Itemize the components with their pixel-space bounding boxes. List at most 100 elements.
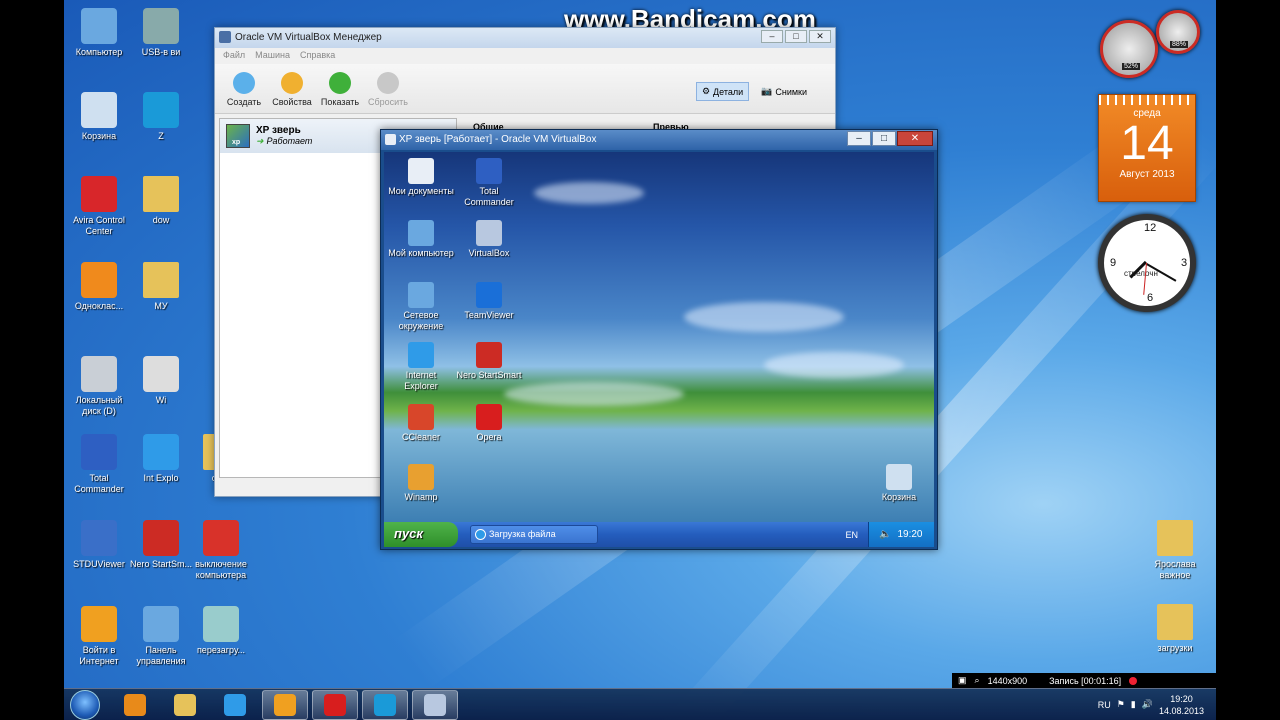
taskbar-app-button[interactable] [262,689,308,720]
xp-vm-window[interactable]: XP зверь [Работает] - Oracle VM VirtualB… [380,129,938,550]
xp-desktop-icon[interactable]: Мои документы [388,158,454,197]
taskbar-app-button[interactable] [312,689,358,720]
desktop-icon[interactable]: Одноклас... [66,262,132,312]
desktop-icon[interactable]: USB-в ви [128,8,194,58]
xp-icon-label: CCleaner [401,432,441,442]
tool-button[interactable]: Свойства [269,72,315,107]
win7-desktop: www.Bandicam.com Компьютер USB-в ви Корзин… [64,0,1216,720]
details-button[interactable]: ⚙ Детали [695,82,750,101]
desktop-icon[interactable]: Wi [128,356,194,406]
my-computer-icon [408,220,434,246]
taskbar-app-button[interactable] [112,690,158,720]
xp-clock[interactable]: 19:20 [897,529,922,540]
xp-taskbar-item[interactable]: Загрузка файла [470,525,598,544]
taskbar-app-button[interactable] [412,689,458,720]
xp-desktop-icon[interactable]: Winamp [388,464,454,503]
app-icon [143,356,179,392]
volume-icon[interactable]: 🔊 [1142,699,1153,710]
minimize-button[interactable]: – [761,30,783,43]
desktop-icon[interactable]: загрузки [1142,604,1208,654]
xp-desktop-icon[interactable]: Сетевое окружение [388,282,454,332]
wallpaper-cloud [684,302,844,332]
title-bar[interactable]: Oracle VM VirtualBox Менеджер – □ ✕ [215,28,835,48]
folder-icon [1157,604,1193,640]
desktop-icon[interactable]: Int Explo [128,434,194,484]
create-icon [233,72,255,94]
xp-desktop-icon[interactable]: Internet Explorer [388,342,454,392]
ie-icon [408,342,434,368]
minimize-button[interactable]: – [847,131,871,146]
close-button[interactable]: ✕ [809,30,831,43]
xp-desktop-icon[interactable]: VirtualBox [456,220,522,259]
taskbar-app-button[interactable] [212,690,258,720]
desktop-icon[interactable]: МУ [128,262,194,312]
desktop-icon[interactable]: Z [128,92,194,142]
z-icon [143,92,179,128]
desktop-icon[interactable]: Локальный диск (D) [66,356,132,417]
system-clock[interactable]: 19:20 14.08.2013 [1159,693,1204,717]
search-icon: ⌕ [974,675,980,685]
menu-help[interactable]: Справка [300,50,335,62]
desktop-icon-label: Total Commander [74,473,124,494]
desktop-icon[interactable]: перезагру... [188,606,254,656]
tool-button[interactable]: Показать [317,72,363,107]
snapshots-button[interactable]: 📷 Снимки [755,82,813,101]
winamp-icon [408,464,434,490]
desktop-icon[interactable]: Ярослава важное [1142,520,1208,581]
ie-icon [475,529,486,540]
taskbar-app-button[interactable] [162,690,208,720]
tool-label: Свойства [272,97,312,107]
gear-icon: ⚙ [701,86,711,96]
desktop-icon[interactable]: Avira Control Center [66,176,132,237]
odnoklassniki-icon [81,262,117,298]
xp-desktop-icon[interactable]: Корзина [866,464,932,503]
xp-desktop-icon[interactable]: Opera [456,404,522,443]
taskbar: RU ⚑ ▮ 🔊 19:20 14.08.2013 [64,688,1216,720]
desktop-icon-label: Компьютер [75,47,123,57]
close-button[interactable]: ✕ [897,131,933,146]
xp-desktop-icon[interactable]: Мой компьютер [388,220,454,259]
menu-file[interactable]: Файл [223,50,245,62]
xp-start-button[interactable]: пуск [384,522,458,547]
desktop-icon[interactable]: dow [128,176,194,226]
desktop-icon[interactable]: Панель управления [128,606,194,667]
desktop-icon-label: Войти в Интернет [79,645,119,666]
desktop-icon[interactable]: STDUViewer [66,520,132,570]
start-button[interactable] [70,689,100,720]
discard-arrow-icon [377,72,399,94]
resolution-text: 1440x900 [987,675,1028,686]
xp-desktop-icon[interactable]: TeamViewer [456,282,522,321]
language-indicator[interactable]: RU [1098,700,1111,710]
xp-desktop-icon[interactable]: Nero StartSmart [456,342,522,381]
maximize-button[interactable]: □ [785,30,807,43]
volume-icon[interactable]: 🔈 [879,529,891,540]
running-arrow-icon: ➜ [256,136,264,146]
internet-icon [274,693,296,716]
desktop-icon[interactable]: Корзина [66,92,132,142]
desktop-icon[interactable]: Компьютер [66,8,132,58]
taskbar-app-button[interactable] [362,689,408,720]
ie-icon [224,693,246,716]
desktop-icon[interactable]: Nero StartSm... [128,520,194,570]
memory-dial: 88% [1156,10,1200,54]
desktop-icon[interactable]: выключение компьютера [188,520,254,581]
title-bar[interactable]: XP зверь [Работает] - Oracle VM VirtualB… [381,130,937,150]
tool-button[interactable]: Сбросить [365,72,411,107]
xp-desktop-icon[interactable]: CCleaner [388,404,454,443]
clock-gadget[interactable]: 12 3 6 9 стрелочн [1098,214,1196,312]
calendar-gadget[interactable]: среда 14 Август 2013 [1098,94,1196,202]
network-icon[interactable]: ▮ [1131,699,1136,710]
clock-date: 14.08.2013 [1158,705,1204,716]
xp-desktop[interactable]: Мои документы Total Commander Мой компьюте… [384,152,934,522]
desktop-icon[interactable]: Войти в Интернет [66,606,132,667]
tool-button[interactable]: Создать [221,72,267,107]
flag-icon[interactable]: ⚑ [1117,699,1125,710]
maximize-button[interactable]: □ [872,131,896,146]
xp-language-indicator[interactable]: EN [845,530,858,540]
desktop-icon[interactable]: Total Commander [66,434,132,495]
cpu-meter-gadget[interactable]: 52% 88% [1098,8,1208,84]
menu-machine[interactable]: Машина [255,50,290,62]
floppy-icon [81,434,117,470]
xp-desktop-icon[interactable]: Total Commander [456,158,522,208]
xp-tray: 🔈 19:20 [868,522,934,547]
